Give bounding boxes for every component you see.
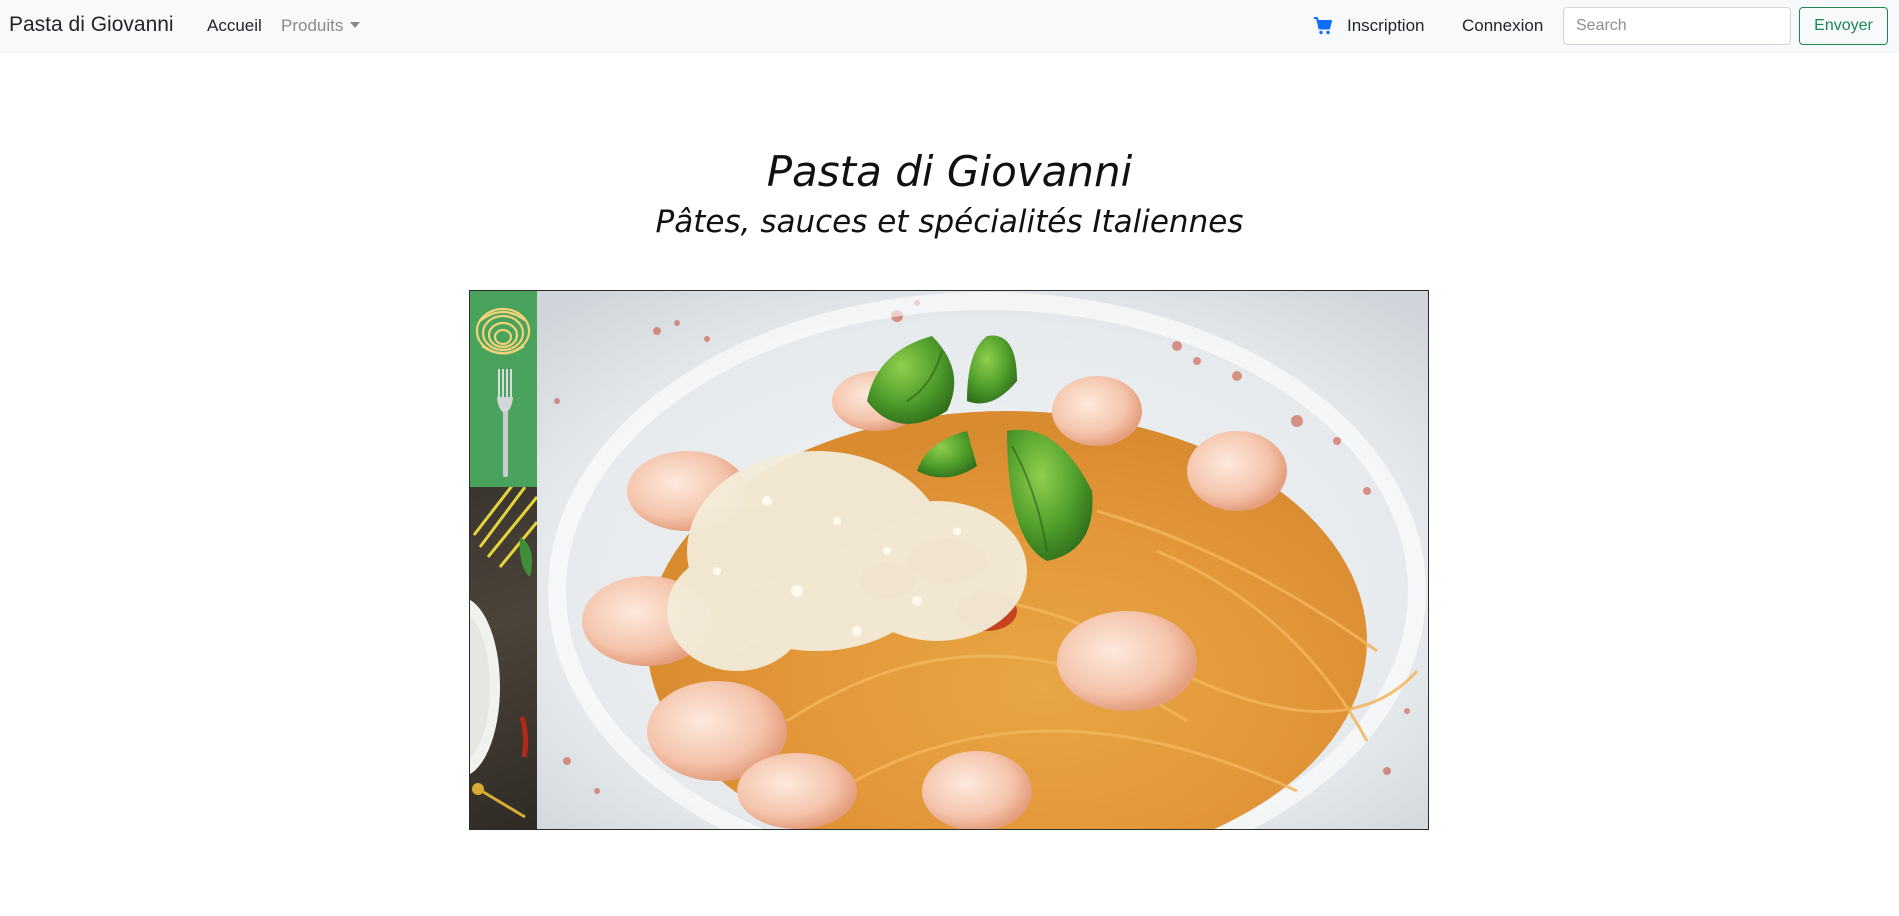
- thumbnail-strip: [470, 291, 539, 829]
- nav-link-inscription[interactable]: Inscription: [1347, 16, 1424, 36]
- page-subtitle: Pâtes, sauces et spécialités Italiennes: [655, 204, 1244, 240]
- search-input[interactable]: [1563, 7, 1791, 45]
- nav-dropdown-produits-label: Produits: [281, 16, 344, 35]
- top-navbar: Pasta di Giovanni Accueil Produits Inscr…: [0, 0, 1899, 53]
- navbar-brand[interactable]: Pasta di Giovanni: [9, 13, 174, 37]
- caret-down-icon: [350, 22, 361, 28]
- nav-dropdown-produits[interactable]: Produits: [281, 16, 361, 36]
- hero-image-carousel: [469, 290, 1429, 830]
- nav-link-accueil[interactable]: Accueil: [207, 16, 262, 36]
- shopping-cart-icon[interactable]: [1313, 16, 1333, 36]
- page-title: Pasta di Giovanni: [766, 147, 1133, 196]
- pasta-shrimp-photo: [537, 291, 1428, 829]
- submit-search-button[interactable]: Envoyer: [1799, 7, 1888, 45]
- ingredients-thumbnail: [470, 481, 539, 829]
- fork-pasta-thumbnail: [470, 291, 537, 487]
- nav-link-connexion[interactable]: Connexion: [1462, 16, 1543, 36]
